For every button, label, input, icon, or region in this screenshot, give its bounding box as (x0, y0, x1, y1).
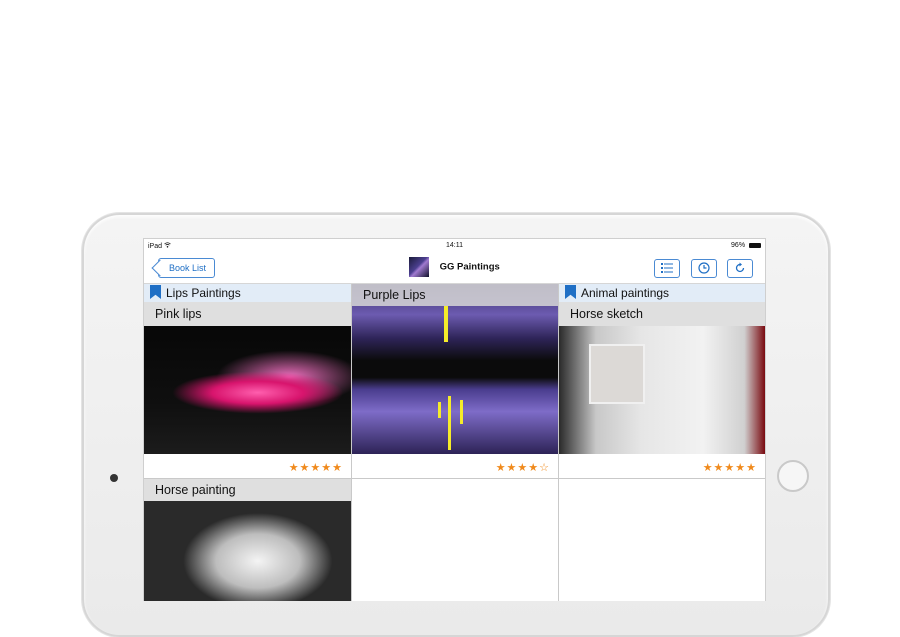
book-grid: Lips Paintings Pink lips ★★★★★ Purple Li… (144, 284, 765, 601)
star-rating: ★★★★★ (288, 462, 343, 474)
status-time: 14:11 (446, 242, 463, 249)
item-title: Horse sketch (559, 302, 765, 326)
item-footer: ★★★★☆ (352, 454, 558, 478)
item-title: Horse painting (144, 479, 351, 501)
camera-icon (110, 474, 118, 482)
refresh-icon[interactable] (727, 259, 753, 278)
status-bar: iPad 14:11 96% (144, 239, 765, 253)
battery-icon (749, 242, 761, 248)
shelf-header-lips-paintings: Lips Paintings (144, 284, 351, 302)
navigation-bar: Book List GG Paintings (144, 253, 765, 284)
item-footer: ★★★★★ (559, 454, 765, 478)
shelf-header-animal-paintings: Animal paintings (559, 284, 765, 302)
bookmark-icon (565, 285, 576, 299)
book-cover-thumbnail (409, 257, 430, 277)
list-icon[interactable] (654, 259, 681, 278)
book-cell-purple-lips[interactable]: Purple Lips ★★★★☆ (352, 284, 558, 478)
book-cell-horse-painting[interactable]: Horse painting (144, 479, 351, 601)
battery-percent: 96% (731, 242, 746, 249)
nav-toolbar (648, 258, 753, 278)
book-cell-horse-sketch[interactable]: Animal paintings Horse sketch ★★★★★ (559, 284, 765, 478)
screen: iPad 14:11 96% Book List GG Paintings Li… (143, 238, 766, 601)
bookmark-icon (150, 285, 161, 299)
pink-lips-painting-image (144, 326, 351, 454)
star-rating: ★★★★☆ (495, 462, 550, 474)
grid-divider (144, 478, 765, 479)
horse-painting-image (144, 501, 351, 601)
home-button[interactable] (777, 460, 809, 492)
shelf-label: Lips Paintings (166, 286, 241, 300)
history-clock-icon[interactable] (690, 259, 717, 278)
item-title: Purple Lips (352, 284, 558, 306)
horse-photo-reference (589, 344, 645, 404)
battery-status: 96% (731, 242, 761, 249)
star-rating: ★★★★★ (702, 462, 757, 474)
purple-lips-painting-image (352, 284, 558, 454)
item-title: Pink lips (144, 302, 351, 326)
grid-divider (351, 284, 352, 601)
page-title: GG Paintings (439, 261, 500, 273)
item-footer: ★★★★★ (144, 454, 351, 478)
shelf-label: Animal paintings (581, 286, 670, 300)
horse-sketch-image (559, 326, 765, 454)
grid-divider (558, 284, 559, 601)
book-cell-pink-lips[interactable]: Lips Paintings Pink lips ★★★★★ (144, 284, 351, 478)
